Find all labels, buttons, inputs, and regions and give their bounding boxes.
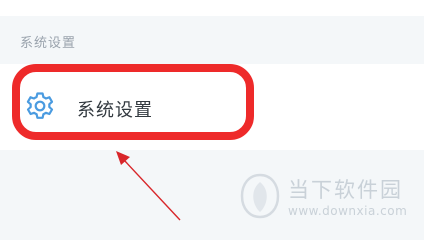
- watermark-title: 当下软件园: [288, 178, 403, 202]
- watermark-url: www.downxia.com: [288, 204, 408, 218]
- previous-row: [0, 0, 424, 16]
- settings-screen: 系统设置 系统设置 当下软件园 www.downxia.com: [0, 0, 424, 240]
- downxia-logo-icon: [240, 173, 280, 219]
- highlight-box: [12, 64, 254, 140]
- section-header: 系统设置: [20, 36, 77, 51]
